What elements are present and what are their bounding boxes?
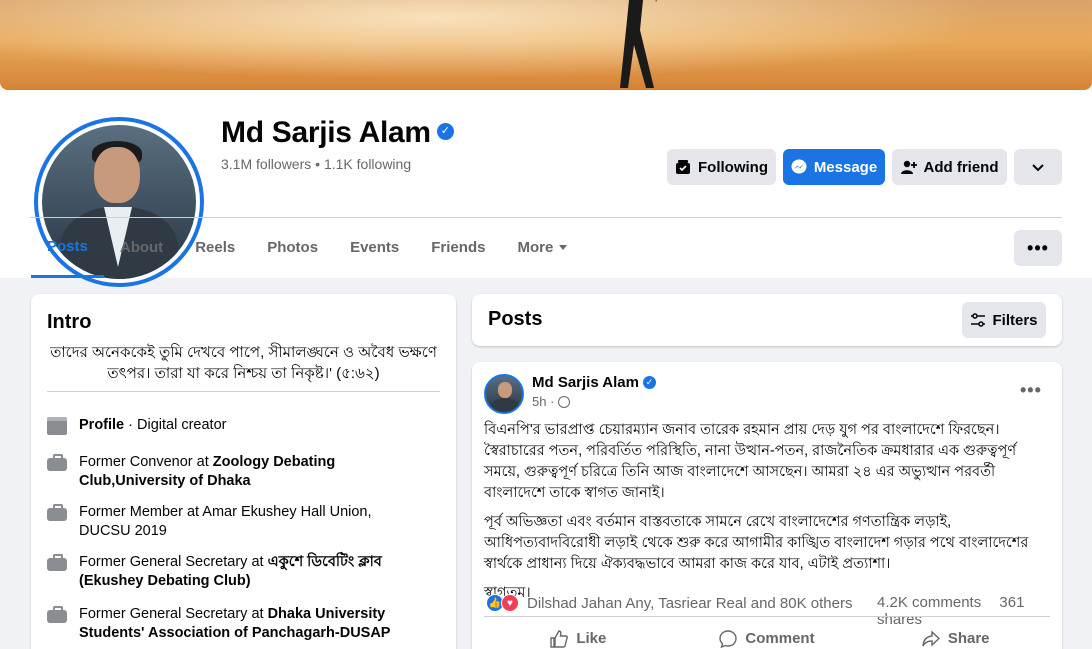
intro-card: Intro তাদের অনেককেই তুমি দেখবে পাপে, সীম… [31, 294, 456, 649]
caret-down-icon [559, 244, 568, 250]
cover-figure-silhouette [620, 0, 657, 88]
bio-divider [47, 391, 440, 392]
profile-more-button[interactable] [1014, 149, 1062, 185]
share-button[interactable]: Share [861, 617, 1050, 649]
like-label: Like [576, 630, 607, 647]
post-paragraph: বিএনপি'র ভারপ্রাপ্ত চেয়ারম্যান জনাব তার… [484, 422, 1017, 501]
add-friend-button[interactable]: Add friend [892, 149, 1007, 185]
briefcase-icon [47, 454, 67, 472]
intro-title: Intro [47, 311, 92, 333]
intro-item-profile: Profile · Digital creator [47, 416, 447, 435]
tab-photos[interactable]: Photos [251, 218, 334, 276]
tab-about[interactable]: About [104, 218, 179, 276]
briefcase-icon [47, 504, 67, 522]
share-label: Share [947, 630, 990, 647]
comment-button[interactable]: Comment [673, 617, 862, 649]
profile-flag-icon [47, 417, 67, 435]
posts-header-card: Posts Filters [472, 294, 1062, 346]
post-author: Md Sarjis Alam ✓ [532, 374, 656, 391]
message-label: Message [813, 158, 878, 176]
tab-friends[interactable]: Friends [415, 218, 501, 276]
post-card: Md Sarjis Alam ✓ 5h · ••• বিএনপি'র ভারপ্র… [472, 362, 1062, 649]
post-author-avatar[interactable] [484, 374, 524, 414]
cover-photo[interactable] [0, 0, 1092, 90]
stats-separator: • [315, 156, 321, 172]
verified-badge-icon: ✓ [436, 122, 454, 140]
verified-badge-icon: ✓ [642, 375, 656, 389]
filters-icon [971, 313, 986, 327]
tab-more[interactable]: More [501, 218, 583, 276]
reactors-text: Dilshad Jahan Any, Tasriear Real and 80K… [527, 594, 853, 612]
thumbs-up-icon [550, 629, 569, 648]
more-dots-icon[interactable]: ••• [1014, 230, 1062, 266]
posts-title: Posts [488, 308, 543, 330]
post-body: বিএনপি'র ভারপ্রাপ্ত চেয়ারম্যান জনাব তার… [484, 420, 1054, 612]
intro-bio: তাদের অনেককেই তুমি দেখবে পাপে, সীমালঙ্ঘন… [50, 344, 437, 382]
following-icon [676, 160, 690, 174]
share-icon [922, 629, 940, 647]
profile-name-text: Md Sarjis Alam [221, 116, 431, 149]
add-friend-icon [900, 160, 917, 174]
intro-item-profile-label: Profile [79, 417, 125, 433]
post-actions: Like Comment Share [484, 616, 1050, 649]
add-friend-label: Add friend [923, 158, 999, 176]
post-paragraph: পূর্ব অভিজ্ঞতা এবং বর্তমান বাস্তবতাকে সা… [484, 514, 1029, 572]
post-author-name[interactable]: Md Sarjis Alam [532, 374, 639, 391]
briefcase-icon [47, 554, 67, 572]
chevron-down-icon [1032, 164, 1044, 172]
like-button[interactable]: Like [484, 617, 673, 649]
tab-posts[interactable]: Posts [31, 218, 104, 278]
tab-events[interactable]: Events [334, 218, 415, 276]
following-link[interactable]: 1.1K following [324, 156, 411, 172]
following-label: Following [698, 158, 768, 176]
intro-item-work-2: Former Member at Amar Ekushey Hall Union… [47, 503, 447, 541]
comment-icon [719, 629, 738, 648]
globe-icon [558, 395, 571, 408]
comments-count[interactable]: 4.2K comments [877, 594, 981, 611]
followers-link[interactable]: 3.1M followers [221, 156, 311, 172]
intro-item-work-4: Former General Secretary at Dhaka Univer… [47, 605, 447, 643]
reactions-summary[interactable]: 👍 ♥ Dilshad Jahan Any, Tasriear Real and… [486, 594, 852, 612]
tab-reels[interactable]: Reels [179, 218, 251, 276]
profile-header: Md Sarjis Alam ✓ 3.1M followers • 1.1K fo… [0, 90, 1092, 287]
intro-item-profile-value: · Digital creator [124, 417, 227, 433]
profile-name: Md Sarjis Alam ✓ [221, 116, 454, 150]
intro-item-work-1: Former Convenor at Zoology Debating Club… [47, 453, 447, 491]
love-reaction-icon: ♥ [501, 594, 519, 612]
profile-stats: 3.1M followers • 1.1K following [221, 156, 411, 172]
post-menu-button[interactable]: ••• [1020, 380, 1042, 401]
cover-haze [0, 0, 1092, 90]
profile-tabs: Posts About Reels Photos Events Friends … [31, 218, 583, 278]
comment-label: Comment [745, 630, 815, 647]
filters-label: Filters [992, 311, 1038, 329]
message-button[interactable]: Message [783, 149, 885, 185]
post-timestamp[interactable]: 5h · [532, 394, 571, 409]
intro-item-work-3: Former General Secretary at একুশে ডিবেটি… [47, 553, 447, 591]
following-button[interactable]: Following [667, 149, 776, 185]
filters-button[interactable]: Filters [962, 302, 1046, 338]
briefcase-icon [47, 606, 67, 624]
messenger-icon [791, 159, 807, 174]
